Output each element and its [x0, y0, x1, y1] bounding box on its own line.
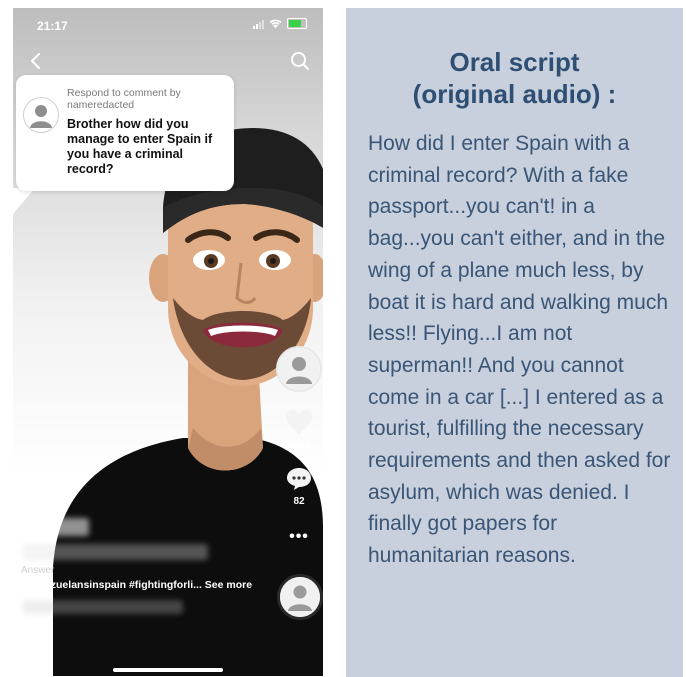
- script-title-line2: (original audio) :: [412, 79, 617, 109]
- video-hashtags[interactable]: #venezuelansinspain #fightingforli... Se…: [21, 579, 252, 591]
- blurred-username: [41, 518, 89, 536]
- like-count: 2683: [287, 440, 311, 451]
- blurred-sound-name: [23, 600, 183, 614]
- like-button[interactable]: 2683: [278, 408, 320, 451]
- tiktok-video-screen: 21:17 Respond to comment by nameredacted…: [13, 8, 323, 676]
- sound-avatar[interactable]: [277, 574, 323, 620]
- status-bar: 21:17: [13, 8, 323, 42]
- wifi-icon: [269, 19, 282, 28]
- status-icons: [253, 18, 307, 29]
- reply-comment-sticker[interactable]: Respond to comment by nameredacted Broth…: [16, 75, 234, 191]
- signal-icon: [253, 19, 264, 29]
- battery-icon: [287, 18, 307, 29]
- home-indicator: [113, 668, 223, 672]
- commenter-name: nameredacted: [67, 99, 135, 111]
- blurred-caption: [23, 544, 208, 560]
- comment-bubble-tail: [13, 188, 35, 214]
- oral-script-panel: Oral script (original audio) : How did I…: [346, 8, 683, 677]
- comment-meta: Respond to comment by nameredacted: [67, 87, 227, 111]
- user-icon: [30, 105, 52, 128]
- script-body: How did I enter Spain with a criminal re…: [368, 132, 671, 568]
- creator-avatar[interactable]: [276, 346, 322, 392]
- back-chevron-icon[interactable]: [25, 50, 47, 72]
- user-icon: [280, 577, 320, 617]
- status-time: 21:17: [37, 19, 68, 33]
- comment-count: 82: [293, 496, 305, 507]
- script-title-line1: Oral script: [449, 47, 580, 77]
- comment-button[interactable]: 82: [278, 466, 320, 507]
- comment-icon: [287, 468, 311, 490]
- script-title: Oral script (original audio) :: [346, 46, 683, 110]
- commenter-avatar: [23, 97, 59, 133]
- search-icon[interactable]: [289, 50, 311, 72]
- answer-label: Answer: [21, 565, 55, 576]
- more-icon: •••: [289, 528, 309, 545]
- more-button[interactable]: •••: [278, 528, 320, 546]
- comment-meta-label: Respond to comment by: [67, 87, 181, 99]
- comment-text: Brother how did you manage to enter Spai…: [67, 117, 213, 176]
- heart-icon: [286, 410, 312, 434]
- user-icon: [278, 348, 320, 390]
